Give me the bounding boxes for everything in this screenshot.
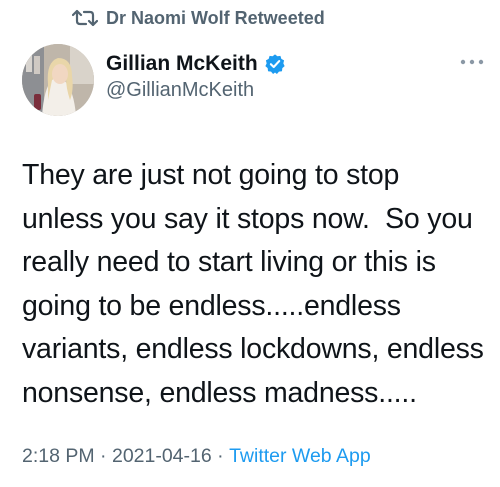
tweet-line: They are just not going to stop — [22, 159, 400, 191]
profile-photo — [22, 44, 94, 116]
tweet-time[interactable]: 2:18 PM — [22, 445, 95, 468]
more-options-button[interactable] — [458, 54, 486, 70]
author-name[interactable]: Gillian McKeith — [106, 52, 258, 76]
retweet-label: Dr Naomi Wolf Retweeted — [106, 7, 325, 28]
avatar[interactable] — [22, 44, 94, 116]
more-options-icon — [460, 59, 484, 65]
verified-badge-icon — [265, 54, 285, 74]
tweet-line: nonsense, endless madness..... — [22, 376, 417, 409]
tweet-body: They are just not going to stop unless y… — [22, 154, 492, 415]
meta-separator: · — [94, 445, 112, 467]
tweet-line: unless you say it stops now. So you — [22, 202, 473, 235]
tweet-date[interactable]: 2021-04-16 — [112, 445, 212, 468]
meta-separator: · — [211, 445, 230, 467]
author-info[interactable]: Gillian McKeith @GillianMcKeith — [106, 52, 286, 102]
author-handle: @GillianMcKeith — [106, 79, 255, 101]
tweet-line: really need to start living or this is — [22, 246, 436, 278]
tweet-source-link[interactable]: Twitter Web App — [229, 445, 371, 468]
tweet-meta: 2:18 PM · 2021-04-16 · Twitter Web App — [22, 445, 371, 468]
retweet-icon — [72, 9, 98, 27]
tweet-line: going to be endless.....endless — [22, 289, 401, 322]
retweet-context[interactable]: Dr Naomi Wolf Retweeted — [72, 6, 325, 30]
tweet-header: Gillian McKeith @GillianMcKeith — [22, 44, 486, 120]
tweet-line: variants, endless lockdowns, endless — [22, 333, 484, 365]
